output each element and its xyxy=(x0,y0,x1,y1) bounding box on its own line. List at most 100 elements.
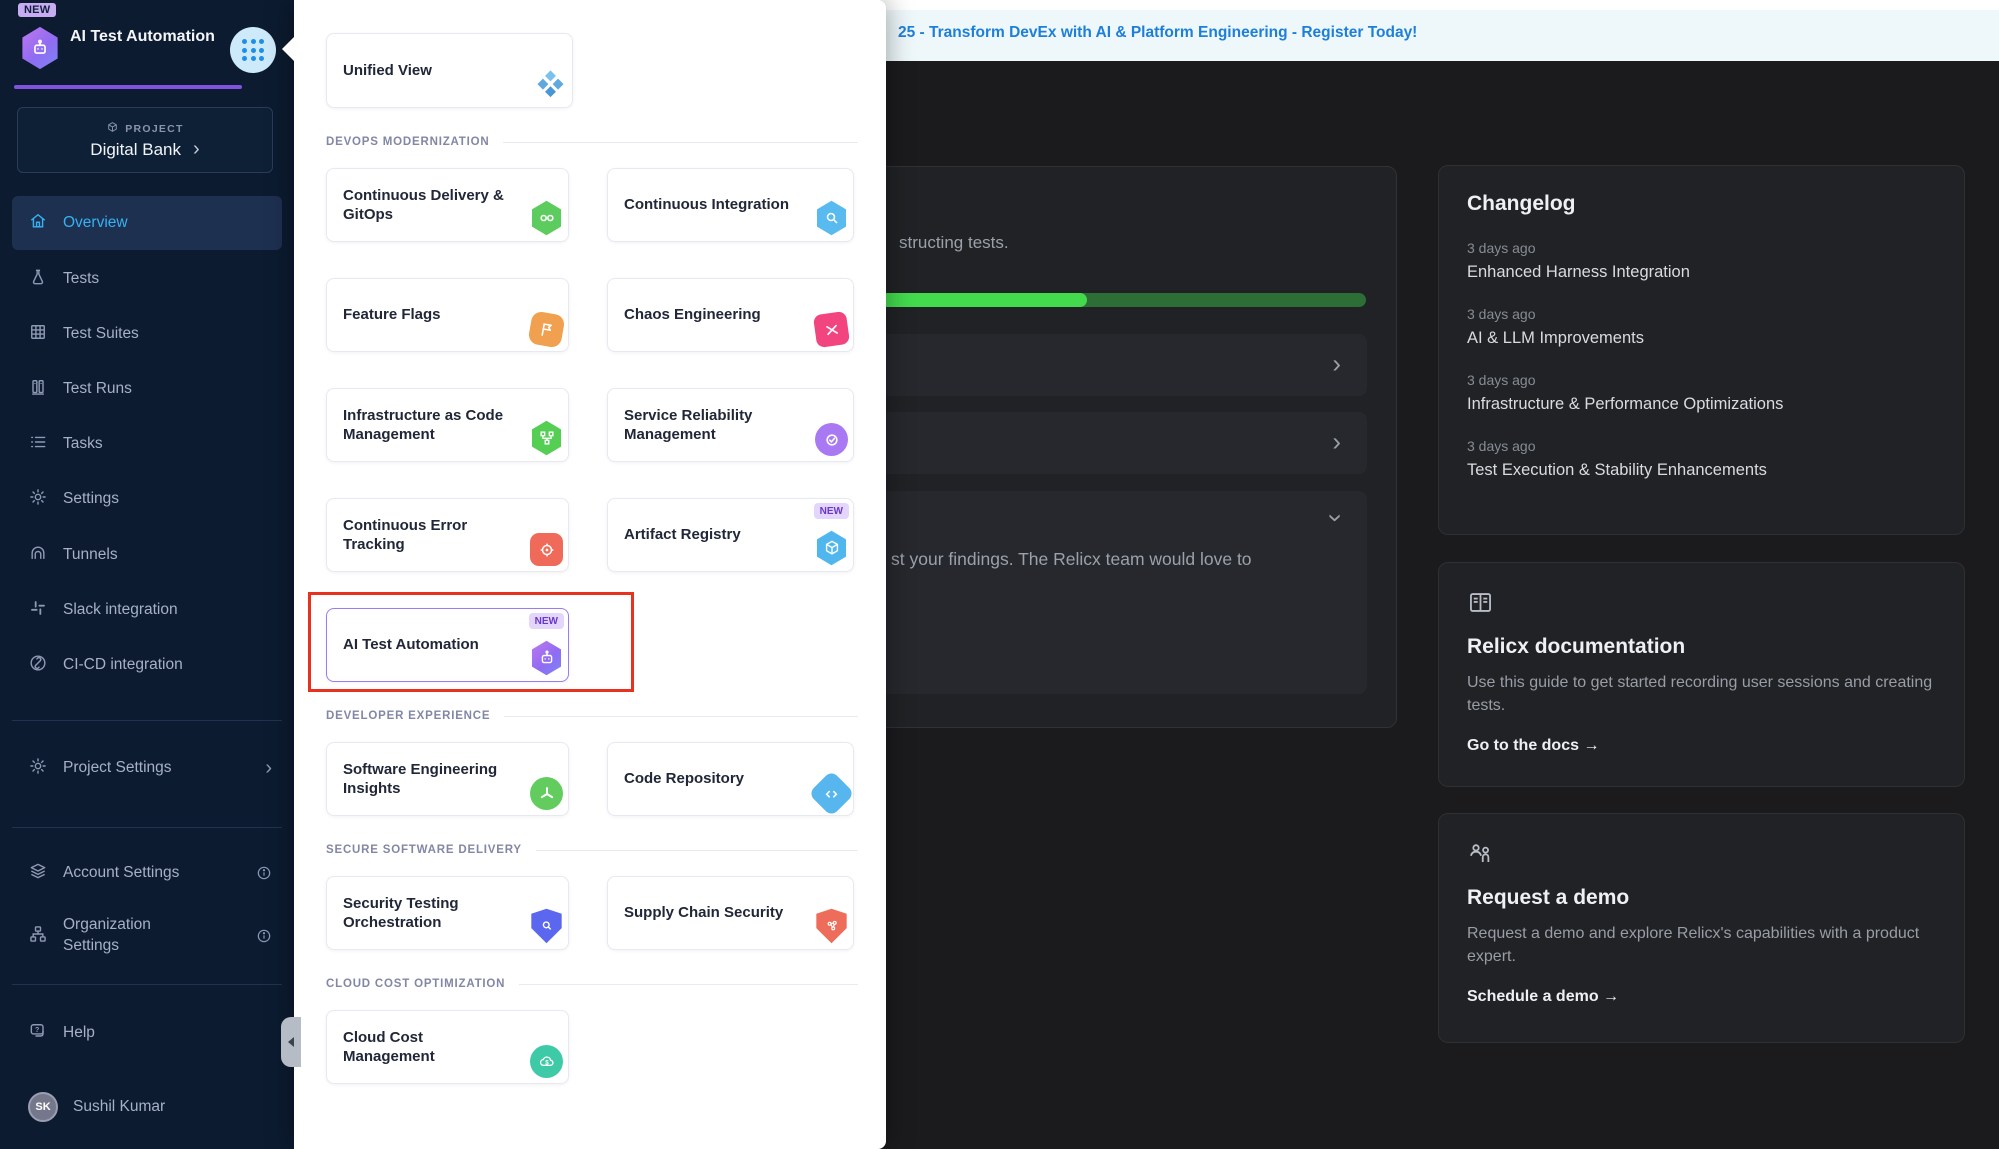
changelog-entry-title: Test Execution & Stability Enhancements xyxy=(1467,461,1936,480)
module-card-unified-view[interactable]: Unified View xyxy=(326,33,573,108)
changelog-time: 3 days ago xyxy=(1467,306,1936,322)
section-header-devops: DEVOPS MODERNIZATION xyxy=(326,136,858,148)
module-card-feature-flags[interactable]: Feature Flags xyxy=(326,278,569,352)
chevron-right-icon: › xyxy=(1332,428,1341,454)
org-chart-icon xyxy=(28,924,48,949)
docs-body: Use this guide to get started recording … xyxy=(1467,671,1936,717)
sidebar-item-label: Organization Settings xyxy=(63,915,175,957)
changelog-entry[interactable]: 3 days ago Infrastructure & Performance … xyxy=(1467,372,1936,414)
sidebar-item-overview[interactable]: Overview xyxy=(12,196,282,250)
changelog-entry[interactable]: 3 days ago AI & LLM Improvements xyxy=(1467,306,1936,348)
module-card-sei[interactable]: Software Engineering Insights xyxy=(326,742,569,816)
module-picker-flyout: Unified View DEVOPS MODERNIZATION Contin… xyxy=(294,0,886,1149)
people-icon xyxy=(1467,840,1936,872)
changelog-entry[interactable]: 3 days ago Enhanced Harness Integration xyxy=(1467,240,1936,282)
sidebar-item-tunnels[interactable]: Tunnels xyxy=(12,528,282,582)
module-grid-cco: Cloud Cost Management $ xyxy=(326,1010,858,1084)
sidebar-item-organization-settings[interactable]: Organization Settings xyxy=(12,905,282,967)
changelog-title: Changelog xyxy=(1467,192,1936,216)
accent-divider xyxy=(14,85,242,89)
module-label: Software Engineering Insights xyxy=(343,760,508,799)
demo-body: Request a demo and explore Relicx's capa… xyxy=(1467,922,1936,968)
sidebar-item-account-settings[interactable]: Account Settings xyxy=(12,846,282,900)
chevron-down-icon[interactable]: › xyxy=(1324,514,1350,523)
book-icon xyxy=(1467,589,1936,621)
help-chat-icon: ? xyxy=(28,1021,48,1046)
slack-icon xyxy=(28,598,48,623)
demo-title: Request a demo xyxy=(1467,886,1936,910)
sidebar-item-slack-integration[interactable]: Slack integration xyxy=(12,583,282,637)
sidebar-item-cicd-integration[interactable]: CI-CD integration xyxy=(12,638,282,692)
sidebar-item-tests[interactable]: Tests xyxy=(12,252,282,306)
continuous-integration-icon xyxy=(815,200,848,236)
changelog-entry-title: AI & LLM Improvements xyxy=(1467,329,1936,348)
module-card-code-repository[interactable]: Code Repository xyxy=(607,742,854,816)
code-repository-icon xyxy=(808,770,855,817)
info-icon[interactable] xyxy=(256,865,272,881)
module-card-error-tracking[interactable]: Continuous Error Tracking xyxy=(326,498,569,572)
module-card-supply-chain[interactable]: Supply Chain Security xyxy=(607,876,854,950)
module-card-chaos-engineering[interactable]: Chaos Engineering xyxy=(607,278,854,352)
sidebar-item-label: Slack integration xyxy=(63,601,178,619)
section-title: DEVOPS MODERNIZATION xyxy=(326,136,489,148)
module-label: Service Reliability Management xyxy=(624,406,789,445)
ai-test-automation-logo xyxy=(20,26,60,70)
onboarding-expanded-text: st your findings. The Relicx team would … xyxy=(891,549,1252,570)
service-reliability-icon xyxy=(815,423,848,456)
sidebar-item-help[interactable]: ? Help xyxy=(12,1006,282,1060)
info-icon[interactable] xyxy=(256,928,272,944)
sidebar-item-settings[interactable]: Settings xyxy=(12,472,282,526)
list-icon xyxy=(28,432,48,457)
changelog-time: 3 days ago xyxy=(1467,240,1936,256)
sidebar-item-project-settings[interactable]: Project Settings › xyxy=(12,741,282,795)
sidebar-item-label: Overview xyxy=(63,214,128,232)
module-label: Security Testing Orchestration xyxy=(343,894,508,933)
changelog-entry-title: Enhanced Harness Integration xyxy=(1467,263,1936,282)
sidebar-item-label: Tasks xyxy=(63,435,103,453)
sidebar: NEW AI Test Automation PROJECT Digit xyxy=(0,0,294,1149)
tunnel-icon xyxy=(28,543,48,568)
sidebar-item-test-runs[interactable]: Test Runs xyxy=(12,362,282,416)
announcement-text[interactable]: 25 - Transform DevEx with AI & Platform … xyxy=(898,24,1417,42)
gear-icon xyxy=(28,756,48,781)
sidebar-item-tasks[interactable]: Tasks xyxy=(12,417,282,471)
docs-title: Relicx documentation xyxy=(1467,635,1936,659)
schedule-demo-link[interactable]: Schedule a demo → xyxy=(1467,988,1619,1006)
app-window: 25 - Transform DevEx with AI & Platform … xyxy=(0,0,1999,1149)
module-label: Unified View xyxy=(343,61,432,81)
section-title: DEVELOPER EXPERIENCE xyxy=(326,710,490,722)
section-header-cco: CLOUD COST OPTIMIZATION xyxy=(326,978,858,990)
changelog-time: 3 days ago xyxy=(1467,372,1936,388)
module-label: Infrastructure as Code Management xyxy=(343,406,508,445)
sidebar-item-test-suites[interactable]: Test Suites xyxy=(12,307,282,361)
module-label: Code Repository xyxy=(624,769,744,789)
module-card-continuous-integration[interactable]: Continuous Integration xyxy=(607,168,854,242)
sidebar-item-label: Test Suites xyxy=(63,325,139,343)
module-picker-button[interactable] xyxy=(230,27,276,73)
svg-text:?: ? xyxy=(35,1025,39,1033)
collapse-arrow-icon xyxy=(288,1037,294,1047)
documentation-card: Relicx documentation Use this guide to g… xyxy=(1438,562,1965,787)
changelog-card: Changelog 3 days ago Enhanced Harness In… xyxy=(1438,165,1965,535)
module-card-artifact-registry[interactable]: NEW Artifact Registry xyxy=(607,498,854,572)
divider xyxy=(12,984,282,985)
module-grid-ssd: Security Testing Orchestration Supply Ch… xyxy=(326,876,858,950)
section-header-ssd: SECURE SOFTWARE DELIVERY xyxy=(326,844,858,856)
module-card-cloud-cost[interactable]: Cloud Cost Management $ xyxy=(326,1010,569,1084)
go-to-docs-link[interactable]: Go to the docs → xyxy=(1467,737,1599,755)
flask-icon xyxy=(28,267,48,292)
module-card-sto[interactable]: Security Testing Orchestration xyxy=(326,876,569,950)
iac-management-icon xyxy=(530,420,563,456)
module-card-iac-management[interactable]: Infrastructure as Code Management xyxy=(326,388,569,462)
chevron-right-icon: › xyxy=(265,757,272,780)
project-selector[interactable]: PROJECT Digital Bank › xyxy=(17,107,273,173)
module-card-service-reliability[interactable]: Service Reliability Management xyxy=(607,388,854,462)
sidebar-user[interactable]: SK Sushil Kumar xyxy=(12,1080,282,1134)
sei-icon xyxy=(530,777,563,810)
module-card-cd-gitops[interactable]: Continuous Delivery & GitOps xyxy=(326,168,569,242)
annotated-cell: NEW AI Test Automation xyxy=(326,608,569,682)
module-card-ai-test-automation[interactable]: NEW AI Test Automation xyxy=(326,608,569,682)
sidebar-collapse-handle[interactable] xyxy=(281,1017,301,1067)
columns-icon xyxy=(28,377,48,402)
changelog-entry[interactable]: 3 days ago Test Execution & Stability En… xyxy=(1467,438,1936,480)
